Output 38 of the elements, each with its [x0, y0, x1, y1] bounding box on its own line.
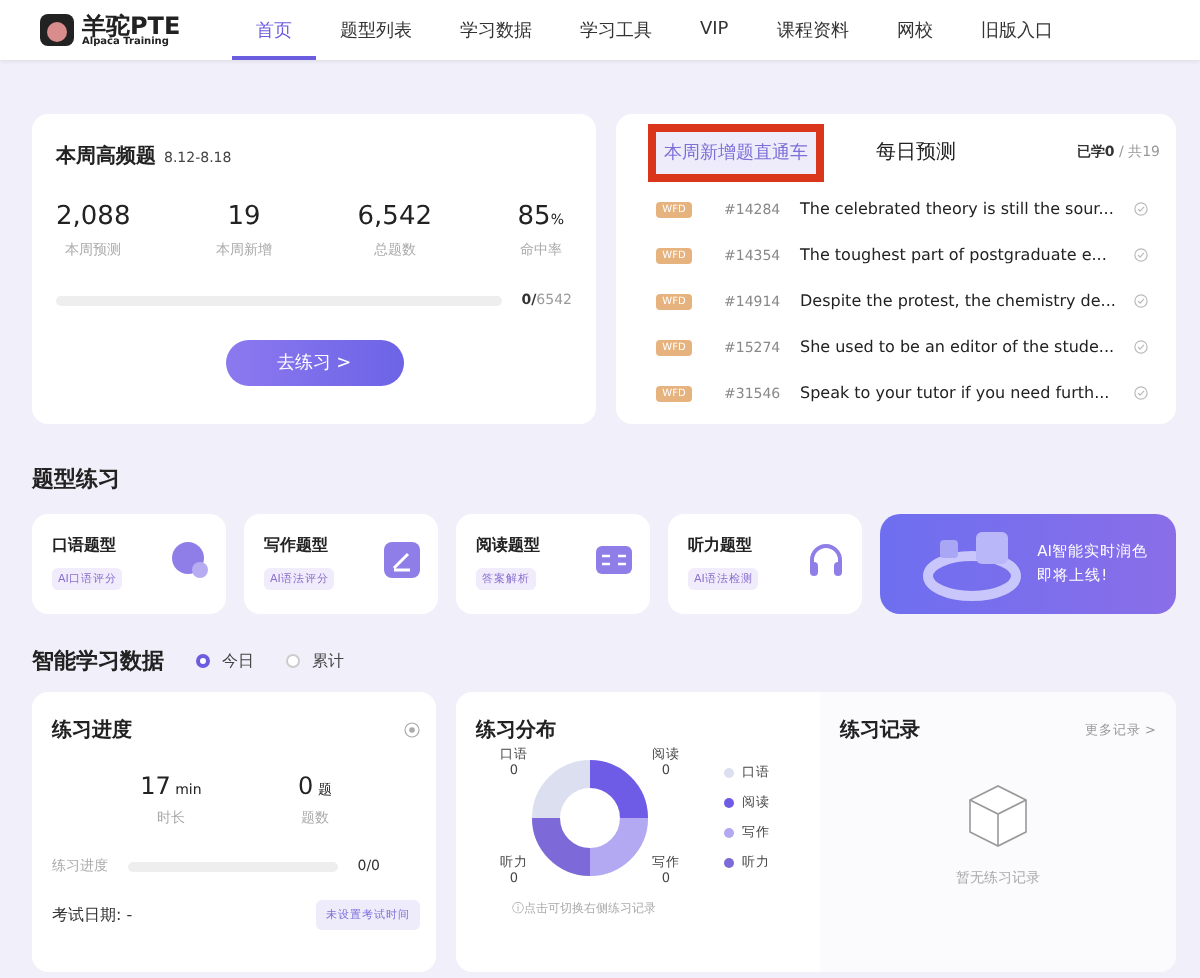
nav-link[interactable]: 学习工具	[556, 0, 676, 60]
card-title: 听力题型	[688, 534, 752, 556]
card-title: 练习记录	[840, 717, 920, 744]
card-title: 口语题型	[52, 534, 116, 556]
nav-link[interactable]: 课程资料	[752, 0, 873, 60]
card-title: 练习进度	[52, 716, 132, 744]
logo-title: 羊驼PTE	[82, 13, 181, 37]
nav-link[interactable]: 题型列表	[316, 0, 436, 60]
radio-option[interactable]: 累计	[286, 650, 344, 672]
section-title: 智能学习数据	[32, 646, 164, 676]
target-icon	[404, 722, 420, 738]
headphones-icon	[806, 540, 846, 580]
nav-link[interactable]: 网校	[872, 0, 957, 60]
nav-link[interactable]: 旧版入口	[956, 0, 1077, 60]
question-text[interactable]: Despite the protest, the chemistry de...	[800, 292, 1134, 310]
nav-link[interactable]: VIP	[676, 0, 753, 60]
card-title: 阅读题型	[476, 534, 540, 556]
radio-option[interactable]: 今日	[196, 650, 254, 672]
question-text[interactable]: She used to be an editor of the stude...	[800, 338, 1134, 356]
card-title: 练习分布	[476, 717, 558, 744]
card-title: 本周高频题	[56, 142, 156, 170]
pen-icon	[382, 540, 422, 580]
stat-value: 2,088	[56, 202, 131, 232]
question-text[interactable]: The toughest part of postgraduate e...	[800, 246, 1134, 264]
tab[interactable]: 每日预测	[868, 130, 964, 174]
section-title: 题型练习	[32, 464, 122, 494]
book-icon	[594, 540, 634, 580]
question-text[interactable]: Speak to your tutor if you need furth...	[800, 384, 1134, 402]
tab[interactable]: 本周新增题直通车	[656, 131, 816, 173]
stat-value: 19	[227, 202, 261, 232]
nav-link[interactable]: 学习数据	[436, 0, 556, 60]
card-title: 写作题型	[264, 534, 328, 556]
nav-link[interactable]: 首页	[232, 0, 316, 60]
exam-date: 考试日期: -	[52, 904, 133, 926]
question-text[interactable]: The celebrated theory is still the sour...	[800, 200, 1134, 218]
practice-button[interactable]: 去练习 >	[225, 340, 403, 386]
stat-value: 6,542	[357, 202, 432, 232]
donut-drawing	[528, 756, 652, 880]
